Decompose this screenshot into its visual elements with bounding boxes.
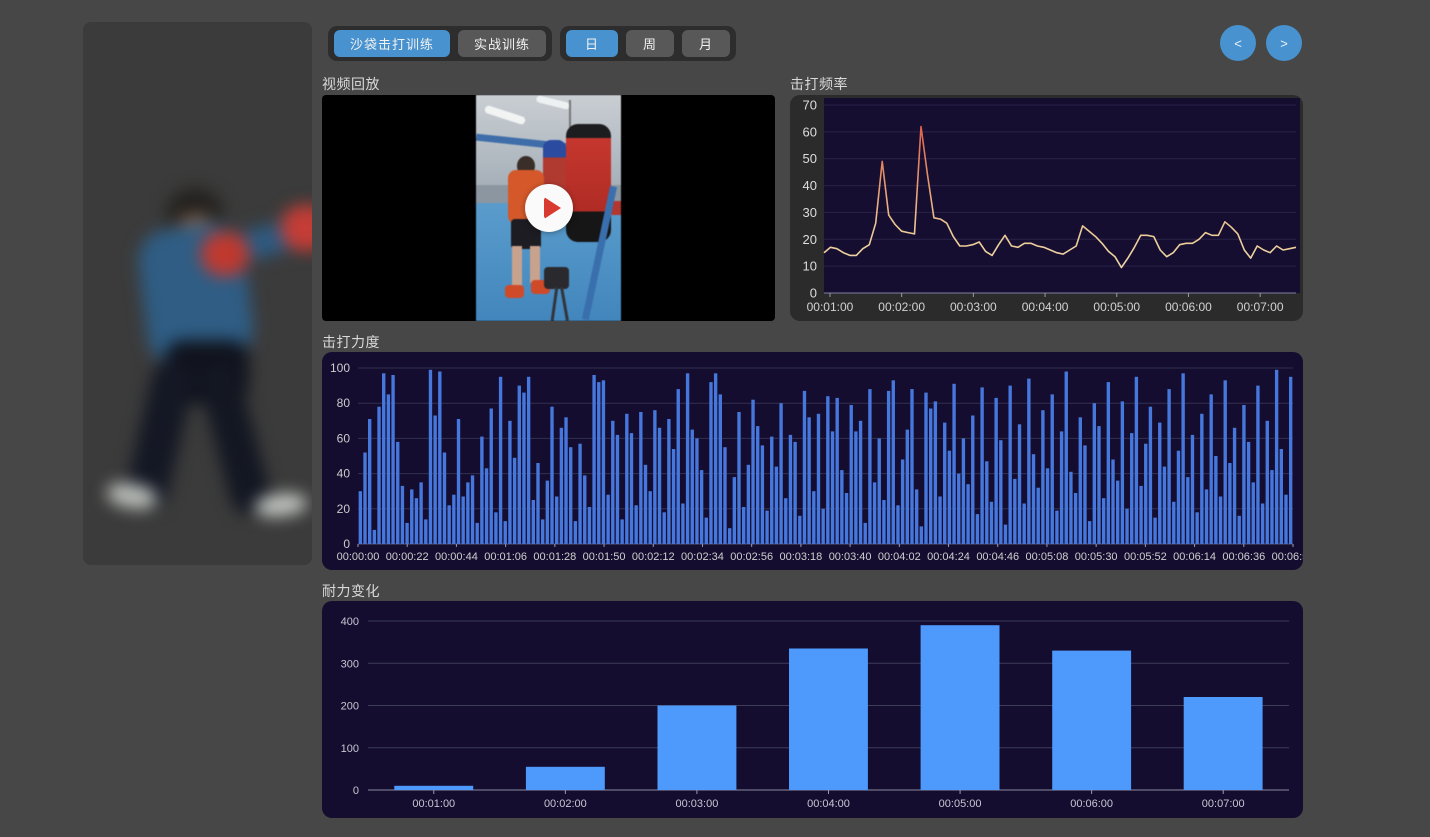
boxer-blurred-figure: [83, 22, 312, 565]
svg-text:00:02:12: 00:02:12: [632, 551, 675, 563]
svg-text:00:05:00: 00:05:00: [1093, 300, 1140, 314]
svg-text:60: 60: [337, 431, 351, 445]
prev-button[interactable]: <: [1220, 25, 1256, 61]
svg-text:00:00:00: 00:00:00: [337, 551, 380, 563]
svg-text:00:01:00: 00:01:00: [807, 300, 854, 314]
svg-text:200: 200: [341, 701, 359, 713]
svg-text:40: 40: [337, 467, 351, 481]
video-section-title: 视频回放: [322, 74, 380, 94]
svg-text:00:03:40: 00:03:40: [829, 551, 872, 563]
svg-text:00:02:56: 00:02:56: [730, 551, 773, 563]
svg-text:00:05:30: 00:05:30: [1075, 551, 1118, 563]
force-chart: 0 20 40 60 80 100 00:00:00 00:00:22 00:00:44 00:0…: [322, 352, 1303, 570]
video-player[interactable]: [322, 95, 775, 321]
svg-text:00:04:02: 00:04:02: [878, 551, 921, 563]
svg-text:00:04:24: 00:04:24: [927, 551, 970, 563]
endurance-section-title: 耐力变化: [322, 581, 380, 601]
svg-text:00:06:58: 00:06:58: [1272, 551, 1303, 563]
frequency-chart-panel: 0 10 20 30 40 50 60 70 00:01:00 00:02:00 00:03:00 0…: [790, 95, 1303, 321]
frequency-chart: 0 10 20 30 40 50 60 70 00:01:00 00:02:00 00:03:00 0…: [790, 95, 1303, 321]
svg-text:00:05:08: 00:05:08: [1026, 551, 1069, 563]
svg-text:00:04:00: 00:04:00: [807, 798, 850, 810]
force-chart-panel: 0 20 40 60 80 100 00:00:00 00:00:22 00:00:44 00:0…: [322, 352, 1303, 570]
endurance-chart: 0 100 200 300 400 00:01:00 00:02:00 00:03:00 00:…: [322, 601, 1303, 818]
svg-text:400: 400: [341, 616, 359, 628]
svg-text:50: 50: [803, 151, 817, 166]
svg-text:20: 20: [337, 502, 351, 516]
svg-text:0: 0: [810, 286, 817, 301]
svg-text:00:02:34: 00:02:34: [681, 551, 724, 563]
svg-text:20: 20: [803, 232, 817, 247]
svg-text:80: 80: [337, 396, 351, 410]
svg-text:00:02:00: 00:02:00: [544, 798, 587, 810]
tab-combat-training[interactable]: 实战训练: [458, 30, 546, 57]
svg-text:100: 100: [330, 361, 350, 375]
svg-text:00:07:00: 00:07:00: [1237, 300, 1284, 314]
svg-text:00:00:44: 00:00:44: [435, 551, 478, 563]
svg-text:00:07:00: 00:07:00: [1202, 798, 1245, 810]
period-tabs: 日 周 月: [560, 26, 736, 61]
tab-day[interactable]: 日: [566, 30, 618, 57]
svg-text:00:01:50: 00:01:50: [583, 551, 626, 563]
svg-text:00:06:00: 00:06:00: [1070, 798, 1113, 810]
tab-week[interactable]: 周: [626, 30, 674, 57]
svg-text:00:01:28: 00:01:28: [533, 551, 576, 563]
play-icon: [544, 197, 561, 219]
endurance-chart-panel: 0 100 200 300 400 00:01:00 00:02:00 00:03:00 00:…: [322, 601, 1303, 818]
svg-text:0: 0: [343, 537, 350, 551]
athlete-photo-panel: [83, 22, 312, 565]
frequency-section-title: 击打频率: [790, 74, 848, 94]
svg-text:10: 10: [803, 259, 817, 274]
svg-text:00:06:00: 00:06:00: [1165, 300, 1212, 314]
tab-month[interactable]: 月: [682, 30, 730, 57]
svg-text:00:04:00: 00:04:00: [1022, 300, 1069, 314]
svg-text:00:06:14: 00:06:14: [1173, 551, 1216, 563]
svg-text:300: 300: [341, 658, 359, 670]
svg-text:00:03:18: 00:03:18: [779, 551, 822, 563]
svg-text:00:05:00: 00:05:00: [939, 798, 982, 810]
svg-text:0: 0: [353, 785, 359, 797]
svg-text:00:05:52: 00:05:52: [1124, 551, 1167, 563]
chevron-left-icon: <: [1234, 36, 1242, 51]
chevron-right-icon: >: [1280, 36, 1288, 51]
svg-text:00:01:00: 00:01:00: [412, 798, 455, 810]
svg-text:00:03:00: 00:03:00: [676, 798, 719, 810]
force-section-title: 击打力度: [322, 332, 380, 352]
svg-text:00:03:00: 00:03:00: [950, 300, 997, 314]
svg-text:30: 30: [803, 205, 817, 220]
svg-text:00:02:00: 00:02:00: [878, 300, 925, 314]
svg-text:100: 100: [341, 743, 359, 755]
play-button[interactable]: [525, 184, 573, 232]
training-mode-tabs: 沙袋击打训练 实战训练: [328, 26, 552, 61]
tab-sandbag-training[interactable]: 沙袋击打训练: [334, 30, 450, 57]
svg-text:00:04:46: 00:04:46: [976, 551, 1019, 563]
svg-text:00:01:06: 00:01:06: [484, 551, 527, 563]
svg-text:70: 70: [803, 98, 817, 113]
next-button[interactable]: >: [1266, 25, 1302, 61]
svg-text:40: 40: [803, 178, 817, 193]
svg-text:00:00:22: 00:00:22: [386, 551, 429, 563]
svg-text:60: 60: [803, 124, 817, 139]
svg-text:00:06:36: 00:06:36: [1222, 551, 1265, 563]
